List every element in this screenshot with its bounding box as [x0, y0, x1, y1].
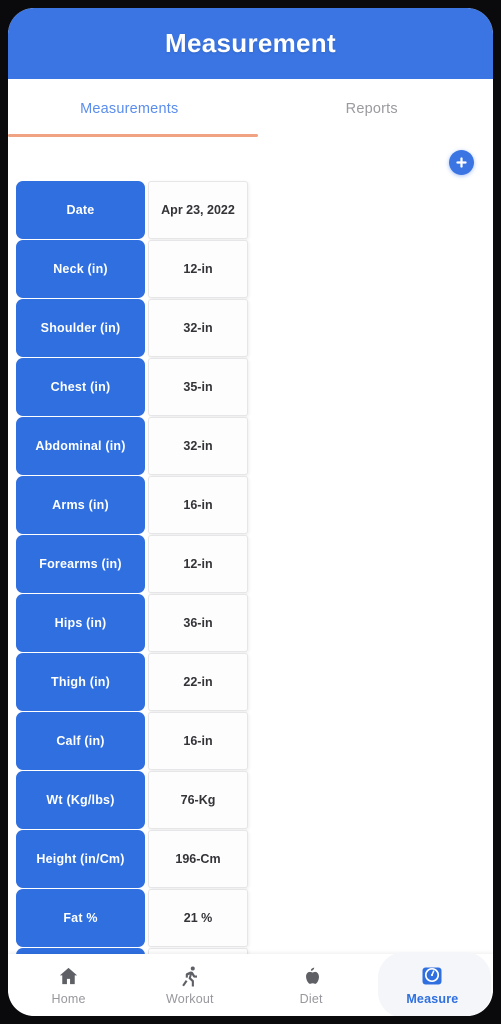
row-value: 16-in: [148, 712, 248, 770]
table-row[interactable]: Fat % 21 %: [8, 889, 253, 947]
row-value: 16-in: [148, 476, 248, 534]
nav-item-workout-label: Workout: [166, 992, 214, 1006]
page-title: Measurement: [165, 28, 336, 58]
table-row[interactable]: Chest (in) 35-in: [8, 358, 253, 416]
plus-icon: [456, 157, 467, 168]
table-row[interactable]: Shoulder (in) 32-in: [8, 299, 253, 357]
row-label: Hips (in): [16, 594, 145, 652]
row-label: Abdominal (in): [16, 417, 145, 475]
nav-item-diet[interactable]: Diet: [251, 954, 372, 1016]
nav-item-diet-label: Diet: [299, 992, 323, 1006]
nav-item-home-label: Home: [51, 992, 86, 1006]
row-label: Calf (in): [16, 712, 145, 770]
row-label: Forearms (in): [16, 535, 145, 593]
table-row[interactable]: Wt (Kg/lbs) 76-Kg: [8, 771, 253, 829]
row-label: Height (in/Cm): [16, 830, 145, 888]
tab-measurements[interactable]: Measurements: [8, 79, 251, 139]
row-value: 12-in: [148, 240, 248, 298]
row-value: Apr 23, 2022: [148, 181, 248, 239]
nav-item-measure[interactable]: Measure: [372, 952, 493, 1016]
row-label: Shoulder (in): [16, 299, 145, 357]
row-label: Chest (in): [16, 358, 145, 416]
nav-item-workout[interactable]: Workout: [129, 954, 250, 1016]
runner-icon: [178, 964, 201, 988]
tab-reports-label: Reports: [345, 101, 398, 117]
table-row[interactable]: Hips (in) 36-in: [8, 594, 253, 652]
bottom-navigation: Home Workout Diet Measure: [8, 952, 493, 1016]
app-screen: Measurement Measurements Reports Date Ap…: [8, 8, 493, 1016]
apple-icon: [300, 964, 322, 988]
table-row[interactable]: Calf (in) 16-in: [8, 712, 253, 770]
row-value: 21 %: [148, 889, 248, 947]
row-value: 32-in: [148, 299, 248, 357]
table-row[interactable]: Thigh (in) 22-in: [8, 653, 253, 711]
row-label: Arms (in): [16, 476, 145, 534]
table-row[interactable]: Forearms (in) 12-in: [8, 535, 253, 593]
app-header: Measurement: [8, 8, 493, 79]
table-row[interactable]: Date Apr 23, 2022: [8, 181, 253, 239]
row-label: Thigh (in): [16, 653, 145, 711]
row-label: Neck (in): [16, 240, 145, 298]
phone-frame: Measurement Measurements Reports Date Ap…: [0, 0, 501, 1024]
nav-item-measure-label: Measure: [406, 992, 459, 1006]
nav-item-home[interactable]: Home: [8, 954, 129, 1016]
row-label: Date: [16, 181, 145, 239]
row-label: Fat %: [16, 889, 145, 947]
table-row[interactable]: Neck (in) 12-in: [8, 240, 253, 298]
row-value: 32-in: [148, 417, 248, 475]
active-tab-indicator: [8, 134, 258, 137]
row-value: 12-in: [148, 535, 248, 593]
row-value: 22-in: [148, 653, 248, 711]
tab-reports[interactable]: Reports: [251, 79, 494, 139]
tab-bar: Measurements Reports: [8, 79, 493, 139]
table-row[interactable]: Height (in/Cm) 196-Cm: [8, 830, 253, 888]
tab-measurements-label: Measurements: [80, 101, 179, 117]
scale-icon: [420, 964, 444, 988]
measurements-table: Date Apr 23, 2022 Neck (in) 12-in Should…: [8, 181, 253, 954]
row-value: 196-Cm: [148, 830, 248, 888]
measurements-pane: Date Apr 23, 2022 Neck (in) 12-in Should…: [8, 139, 493, 954]
home-icon: [57, 964, 80, 988]
row-value: 35-in: [148, 358, 248, 416]
row-label: Wt (Kg/lbs): [16, 771, 145, 829]
table-row[interactable]: Abdominal (in) 32-in: [8, 417, 253, 475]
row-value: 76-Kg: [148, 771, 248, 829]
row-value: 36-in: [148, 594, 248, 652]
table-row[interactable]: Arms (in) 16-in: [8, 476, 253, 534]
add-measurement-button[interactable]: [449, 150, 474, 175]
